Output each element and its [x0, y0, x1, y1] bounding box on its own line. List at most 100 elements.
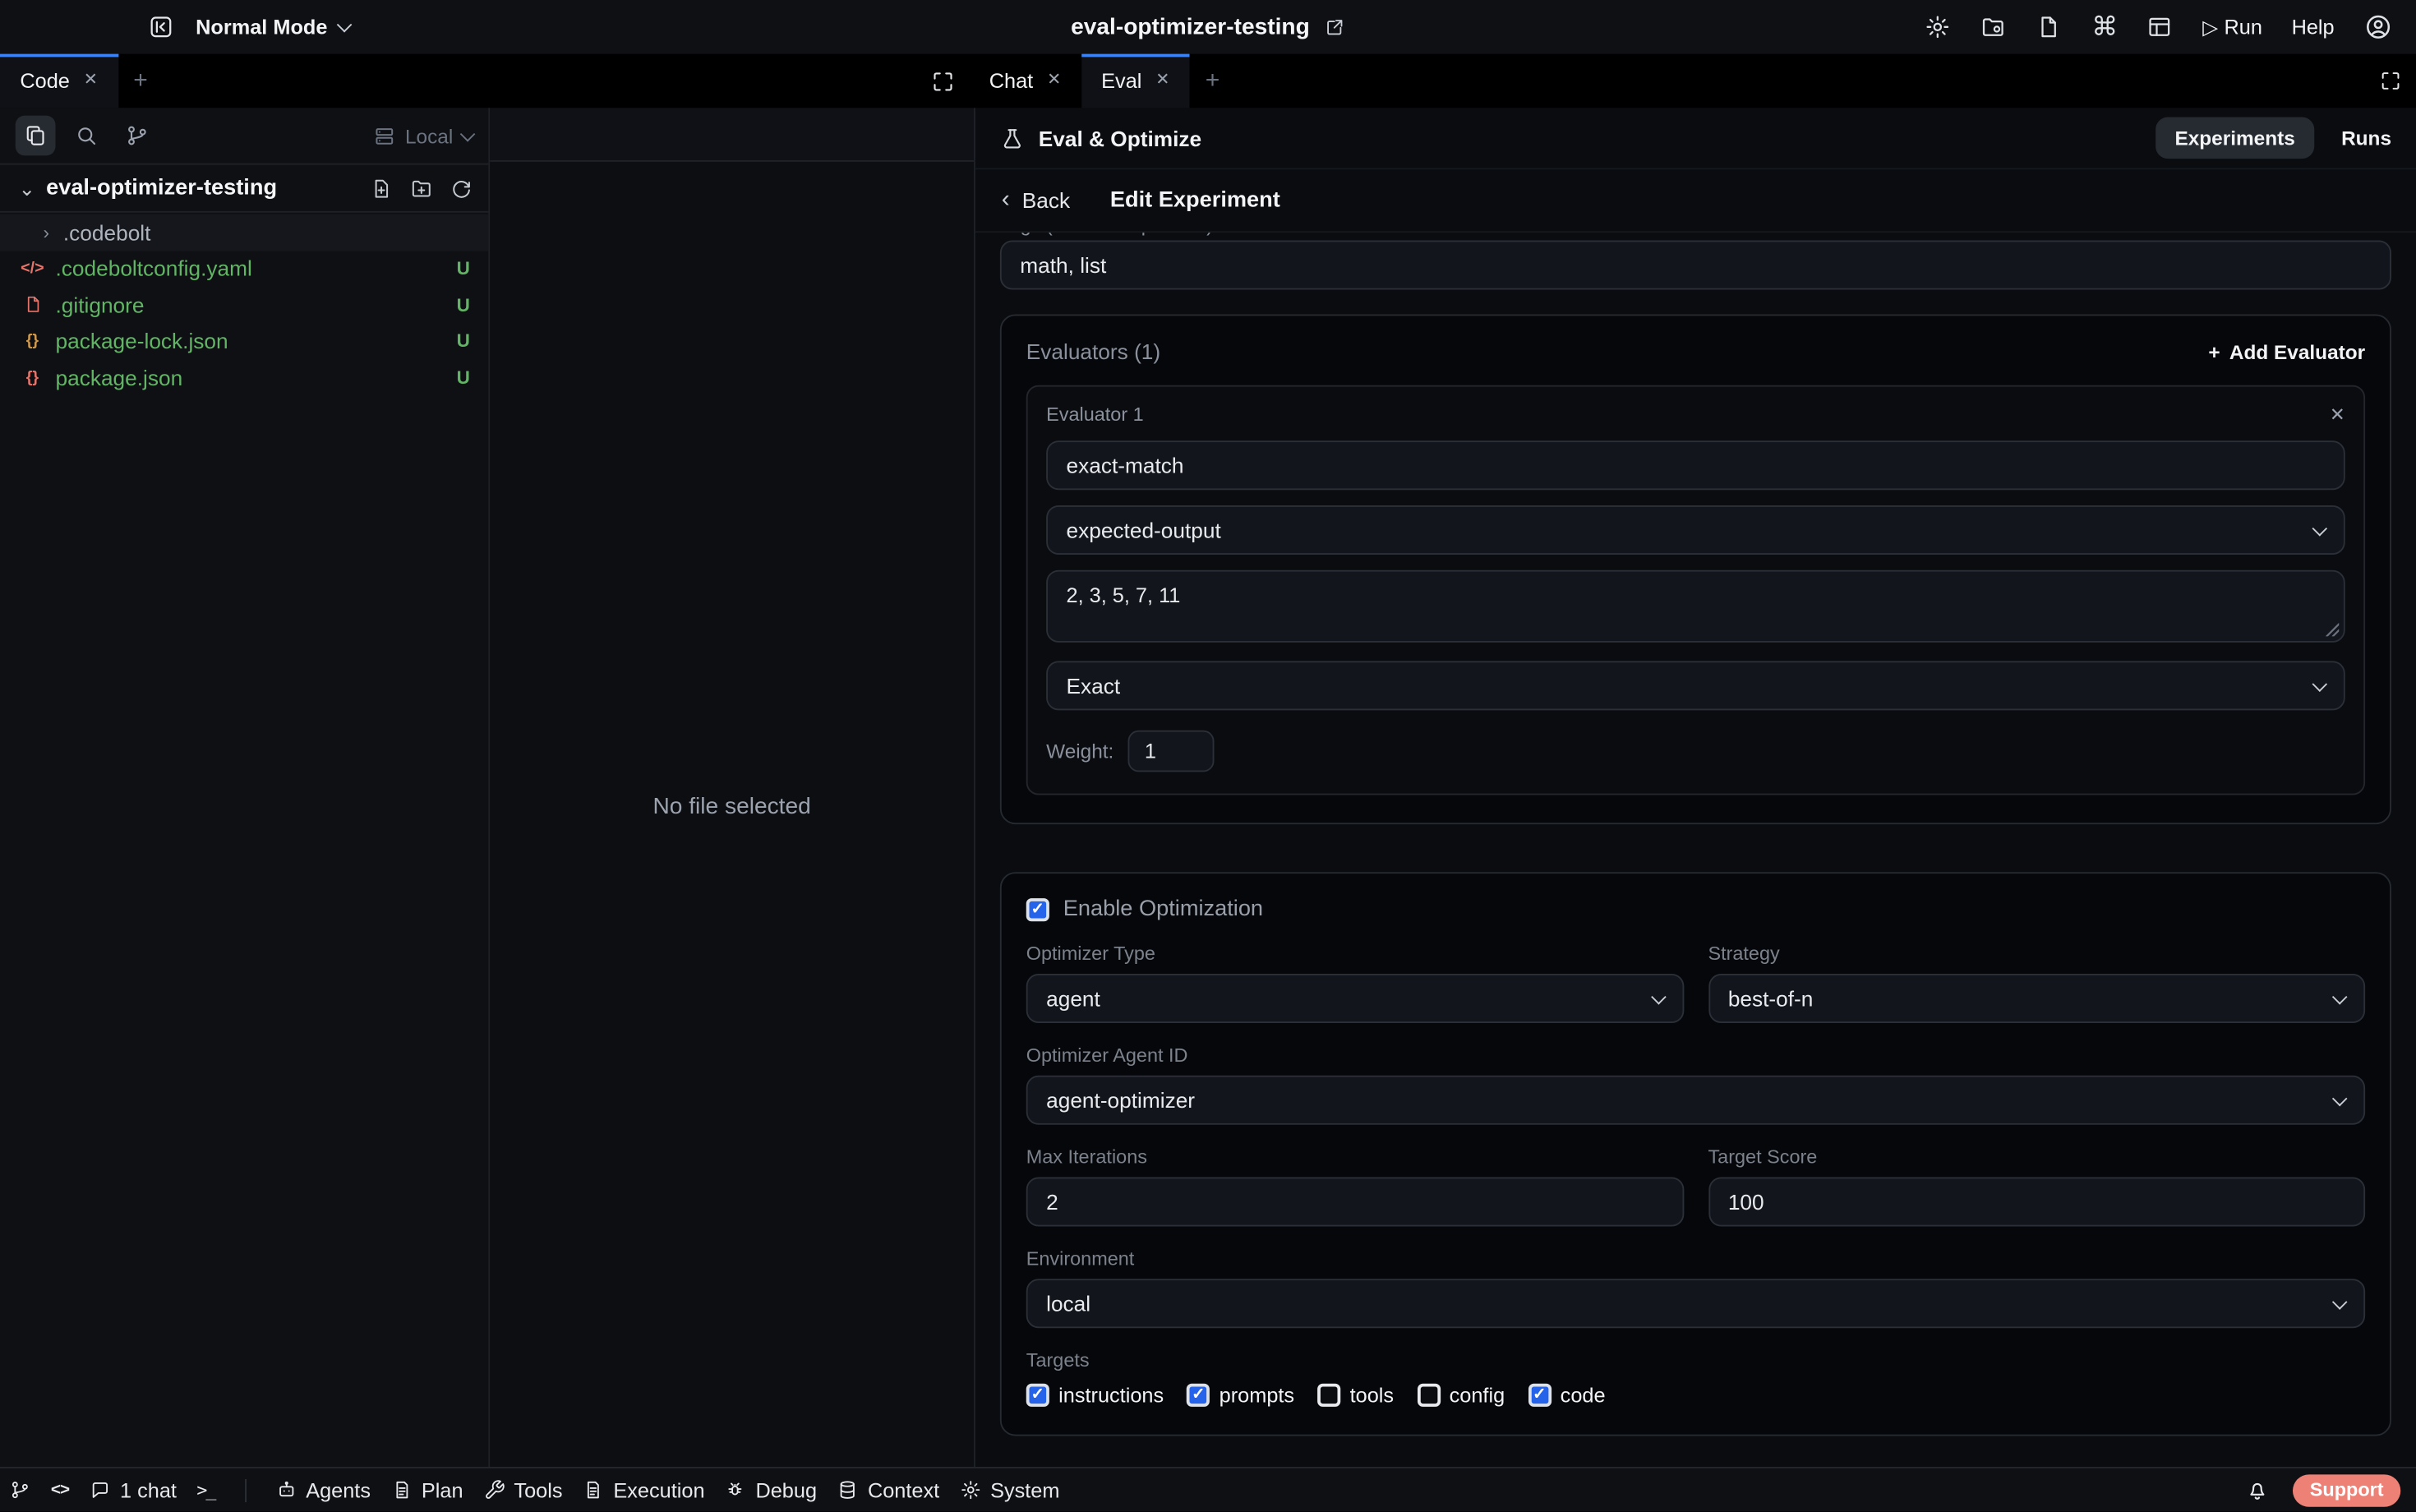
statusbar-item-execution[interactable]: Execution — [583, 1479, 705, 1502]
scope-selector[interactable]: Local — [373, 124, 473, 147]
editor-header — [490, 108, 974, 162]
command-palette-icon[interactable]: ⌘ — [2091, 14, 2118, 40]
optimizer-type-select[interactable]: agent — [1026, 974, 1684, 1023]
account-icon[interactable] — [2363, 12, 2393, 42]
add-evaluator-button[interactable]: + Add Evaluator — [2208, 339, 2365, 362]
match-type-select[interactable]: Exact — [1046, 661, 2345, 710]
new-tab-button-left[interactable]: + — [118, 54, 163, 108]
checkbox[interactable]: ✓ — [1026, 1384, 1049, 1407]
run-button[interactable]: ▷ Run — [2202, 16, 2262, 39]
strategy-select[interactable]: best-of-n — [1708, 974, 2365, 1023]
target-prompts[interactable]: ✓ prompts — [1187, 1384, 1294, 1407]
checkbox[interactable]: ✓ — [1317, 1384, 1340, 1407]
add-evaluator-label: Add Evaluator — [2229, 339, 2365, 362]
agent-id-label: Optimizer Agent ID — [1026, 1044, 2365, 1066]
max-iterations-input[interactable]: 2 — [1026, 1178, 1684, 1227]
project-settings-icon[interactable] — [1980, 14, 2007, 40]
eval-optimize-panel: Eval & Optimize Experiments Runs ‹ Back … — [974, 108, 2416, 1467]
environment-select[interactable]: local — [1026, 1279, 2365, 1328]
close-icon[interactable]: ✕ — [1155, 72, 1169, 90]
file-tree: › .codebolt </> .codeboltconfig.yaml U .… — [0, 213, 488, 395]
checkbox[interactable]: ✓ — [1417, 1384, 1440, 1407]
collapse-panel-icon[interactable] — [148, 14, 174, 40]
statusbar-item-context[interactable]: Context — [837, 1479, 939, 1502]
checkbox[interactable]: ✓ — [1187, 1384, 1210, 1407]
help-button[interactable]: Help — [2292, 16, 2335, 39]
notifications-bell-icon[interactable] — [2245, 1478, 2270, 1503]
chevron-left-icon: ‹ — [1002, 188, 1010, 213]
files-view-icon[interactable] — [16, 116, 56, 156]
support-button[interactable]: Support — [2293, 1474, 2400, 1506]
close-icon[interactable]: ✕ — [2330, 405, 2345, 424]
chevron-down-icon — [2312, 520, 2328, 536]
close-icon[interactable]: ✕ — [84, 72, 98, 90]
project-root-row[interactable]: ⌄ eval-optimizer-testing — [0, 165, 488, 213]
mode-selector[interactable]: Normal Mode — [196, 16, 349, 39]
enable-optimization-checkbox[interactable]: ✓ — [1026, 897, 1049, 920]
terminal-icon[interactable]: >_ — [196, 1482, 214, 1500]
experiments-tab[interactable]: Experiments — [2156, 118, 2313, 159]
chat-count-button[interactable]: 1 chat — [89, 1479, 176, 1502]
tab-chat[interactable]: Chat ✕ — [969, 54, 1081, 108]
target-score-input[interactable]: 100 — [1708, 1178, 2365, 1227]
tree-item-package-lock[interactable]: {} package-lock.json U — [0, 323, 488, 359]
target-config[interactable]: ✓ config — [1417, 1384, 1505, 1407]
targets-label: Targets — [1026, 1350, 2365, 1371]
statusbar-item-agents[interactable]: Agents — [275, 1479, 371, 1502]
statusbar-item-debug[interactable]: Debug — [725, 1479, 817, 1502]
new-folder-icon[interactable] — [410, 177, 433, 200]
chevron-down-icon — [336, 17, 352, 33]
chevron-down-icon: ⌄ — [19, 178, 35, 198]
target-code[interactable]: ✓ code — [1528, 1384, 1605, 1407]
statusbar-item-plan[interactable]: Plan — [390, 1479, 463, 1502]
tree-item-gitignore[interactable]: .gitignore U — [0, 287, 488, 323]
empty-editor-message: No file selected — [652, 794, 810, 820]
statusbar-item-label: Tools — [514, 1479, 562, 1502]
git-branch-icon[interactable] — [9, 1480, 30, 1501]
new-file-icon[interactable] — [370, 177, 393, 200]
close-icon[interactable]: ✕ — [1047, 72, 1061, 90]
checkbox[interactable]: ✓ — [1528, 1384, 1551, 1407]
target-tools[interactable]: ✓ tools — [1317, 1384, 1394, 1407]
layout-icon[interactable] — [2147, 14, 2174, 40]
new-tab-button-center[interactable]: + — [1190, 54, 1235, 108]
tree-item-package-json[interactable]: {} package.json U — [0, 359, 488, 395]
search-icon[interactable] — [67, 116, 107, 156]
fullscreen-icon[interactable] — [2379, 54, 2402, 108]
expand-panel-icon[interactable] — [931, 68, 956, 93]
target-instructions[interactable]: ✓ instructions — [1026, 1384, 1164, 1407]
check-icon: ✓ — [1533, 1387, 1547, 1404]
git-status-badge: U — [457, 294, 470, 316]
file-icon[interactable] — [2036, 14, 2063, 40]
statusbar-item-system[interactable]: System — [960, 1479, 1060, 1502]
tab-eval-label: Eval — [1101, 69, 1141, 92]
agent-id-select[interactable]: agent-optimizer — [1026, 1076, 2365, 1125]
evaluator-card: Evaluator 1 ✕ exact-match expected-outpu… — [1026, 385, 2365, 795]
settings-icon[interactable] — [1925, 14, 1952, 40]
expected-value-textarea[interactable]: 2, 3, 5, 7, 11 — [1046, 570, 2345, 643]
resize-handle-icon[interactable] — [2325, 623, 2339, 637]
git-branch-icon[interactable] — [118, 116, 158, 156]
evaluators-section: Evaluators (1) + Add Evaluator Evaluator… — [1000, 315, 2391, 825]
git-status-badge: U — [457, 330, 470, 352]
weight-input[interactable]: 1 — [1127, 731, 1214, 772]
target-label: prompts — [1220, 1384, 1294, 1407]
check-icon: ✓ — [1031, 901, 1045, 917]
plus-icon: + — [1206, 68, 1220, 93]
refresh-icon[interactable] — [450, 177, 473, 200]
tree-item-codeboltconfig[interactable]: </> .codeboltconfig.yaml U — [0, 251, 488, 287]
tags-input[interactable]: math, list — [1000, 241, 2391, 290]
tab-code[interactable]: Code ✕ — [0, 54, 118, 108]
statusbar-item-tools[interactable]: Tools — [483, 1479, 563, 1502]
evaluator-name-input[interactable]: exact-match — [1046, 440, 2345, 490]
bug-icon — [725, 1480, 746, 1501]
evaluator-field-select[interactable]: expected-output — [1046, 505, 2345, 555]
optimization-section: ✓ Enable Optimization Optimizer Type age… — [1000, 872, 2391, 1436]
tree-item-codebolt[interactable]: › .codebolt — [0, 214, 488, 251]
code-icon[interactable]: <> — [51, 1482, 69, 1500]
optimizer-type-value: agent — [1046, 986, 1100, 1011]
tab-eval[interactable]: Eval ✕ — [1081, 54, 1190, 108]
runs-tab[interactable]: Runs — [2341, 127, 2391, 150]
external-link-icon[interactable] — [1324, 16, 1345, 38]
back-button[interactable]: ‹ Back — [1002, 188, 1070, 213]
